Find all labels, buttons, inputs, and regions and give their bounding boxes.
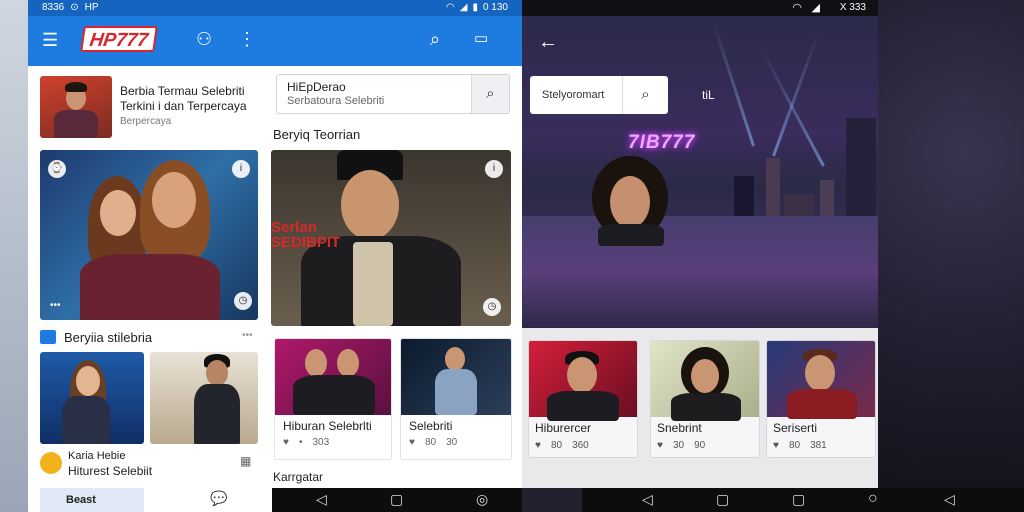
clock-icon[interactable]: ◷ bbox=[234, 292, 252, 310]
home-circle-icon[interactable]: ○ bbox=[868, 490, 878, 508]
profile-icon[interactable]: ⚇ bbox=[196, 30, 212, 48]
celebrity-tile[interactable]: Snebrint ♥ 30 90 bbox=[650, 340, 760, 458]
back-nav-icon[interactable]: ◁ bbox=[316, 491, 327, 508]
background-left-edge bbox=[0, 0, 28, 512]
recents-nav-icon[interactable]: ▢ bbox=[792, 491, 805, 508]
back-arrow-icon[interactable]: ← bbox=[538, 32, 558, 52]
nav-bar: ◁ ▢ ▢ bbox=[582, 488, 878, 512]
like-icon[interactable]: ♥ bbox=[409, 437, 415, 448]
back-nav-icon[interactable]: ◁ bbox=[642, 491, 653, 508]
tile-caption: Selebriti bbox=[409, 419, 453, 433]
search-icon[interactable]: ⌕ bbox=[430, 30, 440, 48]
home-nav-icon[interactable]: ▢ bbox=[716, 491, 729, 508]
status-item: 8336 bbox=[42, 2, 65, 13]
status-item: HP bbox=[84, 2, 99, 13]
like-icon[interactable]: ♥ bbox=[535, 440, 541, 451]
chat-icon[interactable]: 💬 bbox=[210, 490, 227, 507]
more-options-icon[interactable]: ••• bbox=[242, 330, 253, 341]
celebrity-tile[interactable]: Hiburercer ♥ 80 360 bbox=[528, 340, 638, 458]
status-clock: X 333 bbox=[839, 2, 866, 13]
status-bar: X 333 ◢ ◠ bbox=[522, 0, 878, 16]
tile-caption: Hiburan Selebrlti bbox=[283, 419, 372, 433]
timer-icon[interactable]: ⌚ bbox=[48, 160, 66, 178]
more-options-icon[interactable]: ⋮ bbox=[238, 30, 256, 48]
status-item: ⊙ bbox=[70, 2, 79, 13]
section-title-right: Beryiq Teorrian bbox=[273, 127, 361, 142]
search-box[interactable]: Stelyoromart ⌕ bbox=[530, 76, 668, 114]
bottom-label: Keh bbox=[528, 470, 550, 484]
wifi-icon: ◠ bbox=[446, 2, 455, 13]
photo-thumbnail[interactable] bbox=[150, 352, 258, 444]
tile-meta: ♥ 80 30 bbox=[409, 437, 458, 448]
portrait-face bbox=[610, 176, 650, 228]
feature-card-man[interactable]: Serlan SEDIBPIT i ◷ bbox=[271, 150, 511, 326]
right-phone-screen: X 333 ◢ ◠ ← V ⛶ Stelyor bbox=[522, 0, 878, 512]
search-line-1: HiEpDerao bbox=[287, 80, 346, 94]
search-box[interactable]: HiEpDerao Serbatoura Selebriti ⌕ bbox=[276, 74, 510, 114]
like-icon[interactable]: ♥ bbox=[773, 440, 779, 451]
tile-caption: Hiburercer bbox=[535, 421, 592, 435]
search-line-2: Serbatoura Selebriti bbox=[287, 95, 385, 107]
photo-thumbnail[interactable] bbox=[40, 352, 144, 444]
hero-city-image bbox=[522, 16, 878, 328]
tiles-panel: Hiburercer ♥ 80 360 Snebrint ♥ 30 90 Ser… bbox=[522, 328, 878, 488]
tile-caption: Seriserti bbox=[773, 421, 818, 435]
back-nav-icon[interactable]: ◁ bbox=[944, 491, 955, 508]
search-side-label: tiL bbox=[702, 88, 715, 102]
tile-caption: Snebrint bbox=[657, 421, 702, 435]
search-placeholder: Stelyoromart bbox=[542, 89, 605, 101]
status-bar: 8336 ⊙ HP ◠ ◢ ▮ 0 130 bbox=[28, 0, 522, 16]
wifi-icon: ◠ bbox=[792, 2, 802, 14]
section-title-left: Beryiia stilebria bbox=[64, 330, 153, 345]
neon-sign: 7IB777 bbox=[628, 132, 696, 153]
bottom-card-text: Beast bbox=[66, 494, 96, 506]
section-icon bbox=[40, 330, 56, 344]
tile-meta: ♥ 30 90 bbox=[657, 440, 706, 451]
celebrity-tile[interactable]: Seriserti ♥ 80 381 bbox=[766, 340, 876, 458]
tile-meta: ♥ 80 381 bbox=[773, 440, 827, 451]
app-bar: ☰ HP777 ⚇ ⋮ ⌕ ▭ bbox=[28, 16, 522, 66]
app-logo[interactable]: HP777 bbox=[80, 26, 158, 52]
portrait-body bbox=[598, 224, 664, 246]
signal-icon: ◢ bbox=[811, 2, 820, 14]
status-clock: 0 130 bbox=[482, 2, 508, 13]
search-button-icon[interactable]: ⌕ bbox=[622, 76, 668, 114]
tile-meta: ♥ 80 360 bbox=[535, 440, 589, 451]
hamburger-menu-icon[interactable]: ☰ bbox=[42, 31, 58, 49]
search-button-icon[interactable]: ⌕ bbox=[471, 75, 509, 113]
clock-icon[interactable]: ◷ bbox=[483, 298, 501, 316]
celebrity-tile[interactable]: Selebriti ♥ 80 30 bbox=[400, 338, 512, 460]
like-icon[interactable]: ♥ bbox=[657, 440, 663, 451]
tile-meta: ♥ • 303 bbox=[283, 437, 330, 448]
article-thumbnail[interactable] bbox=[40, 76, 112, 138]
feature-card-couple[interactable]: ⌚ i ◷ ••• bbox=[40, 150, 258, 320]
feature-banner-text: Serlan SEDIBPIT bbox=[271, 219, 341, 251]
cast-icon[interactable]: ▭ bbox=[474, 31, 488, 46]
celebrity-tile[interactable]: Hiburan Selebrlti ♥ • 303 bbox=[274, 338, 392, 460]
battery-icon: ▮ bbox=[472, 2, 478, 13]
plaza bbox=[522, 216, 878, 328]
section-title-bottom: Karrgatar bbox=[273, 470, 324, 484]
card-indicator: ••• bbox=[50, 300, 61, 311]
article-title[interactable]: Berbia Termau Selebriti Terkini i dan Te… bbox=[120, 84, 270, 114]
list-item-line-2[interactable]: Hiturest Selebiit bbox=[68, 464, 152, 478]
nav-bar: ◁ ▢ ◎ bbox=[272, 488, 522, 512]
signal-icon: ◢ bbox=[459, 2, 468, 13]
bottom-card-peek[interactable]: Beast bbox=[40, 488, 144, 512]
info-icon[interactable]: i bbox=[232, 160, 250, 178]
article-subtitle: Berpercaya bbox=[120, 116, 172, 127]
recents-nav-icon[interactable]: ◎ bbox=[476, 491, 488, 508]
gallery-icon[interactable]: ▦ bbox=[240, 454, 251, 468]
home-nav-icon[interactable]: ▢ bbox=[390, 491, 403, 508]
background-right-blur bbox=[878, 0, 1024, 512]
list-item-line-1[interactable]: Karia Hebie bbox=[68, 450, 125, 462]
list-avatar-icon bbox=[40, 452, 62, 474]
info-icon[interactable]: i bbox=[485, 160, 503, 178]
left-phone-screen: 8336 ⊙ HP ◠ ◢ ▮ 0 130 ☰ HP777 ⚇ ⋮ ⌕ ▭ Be… bbox=[28, 0, 522, 512]
nav-bar-extension: ○ ◁ bbox=[868, 488, 1024, 512]
like-icon[interactable]: ♥ bbox=[283, 437, 289, 448]
